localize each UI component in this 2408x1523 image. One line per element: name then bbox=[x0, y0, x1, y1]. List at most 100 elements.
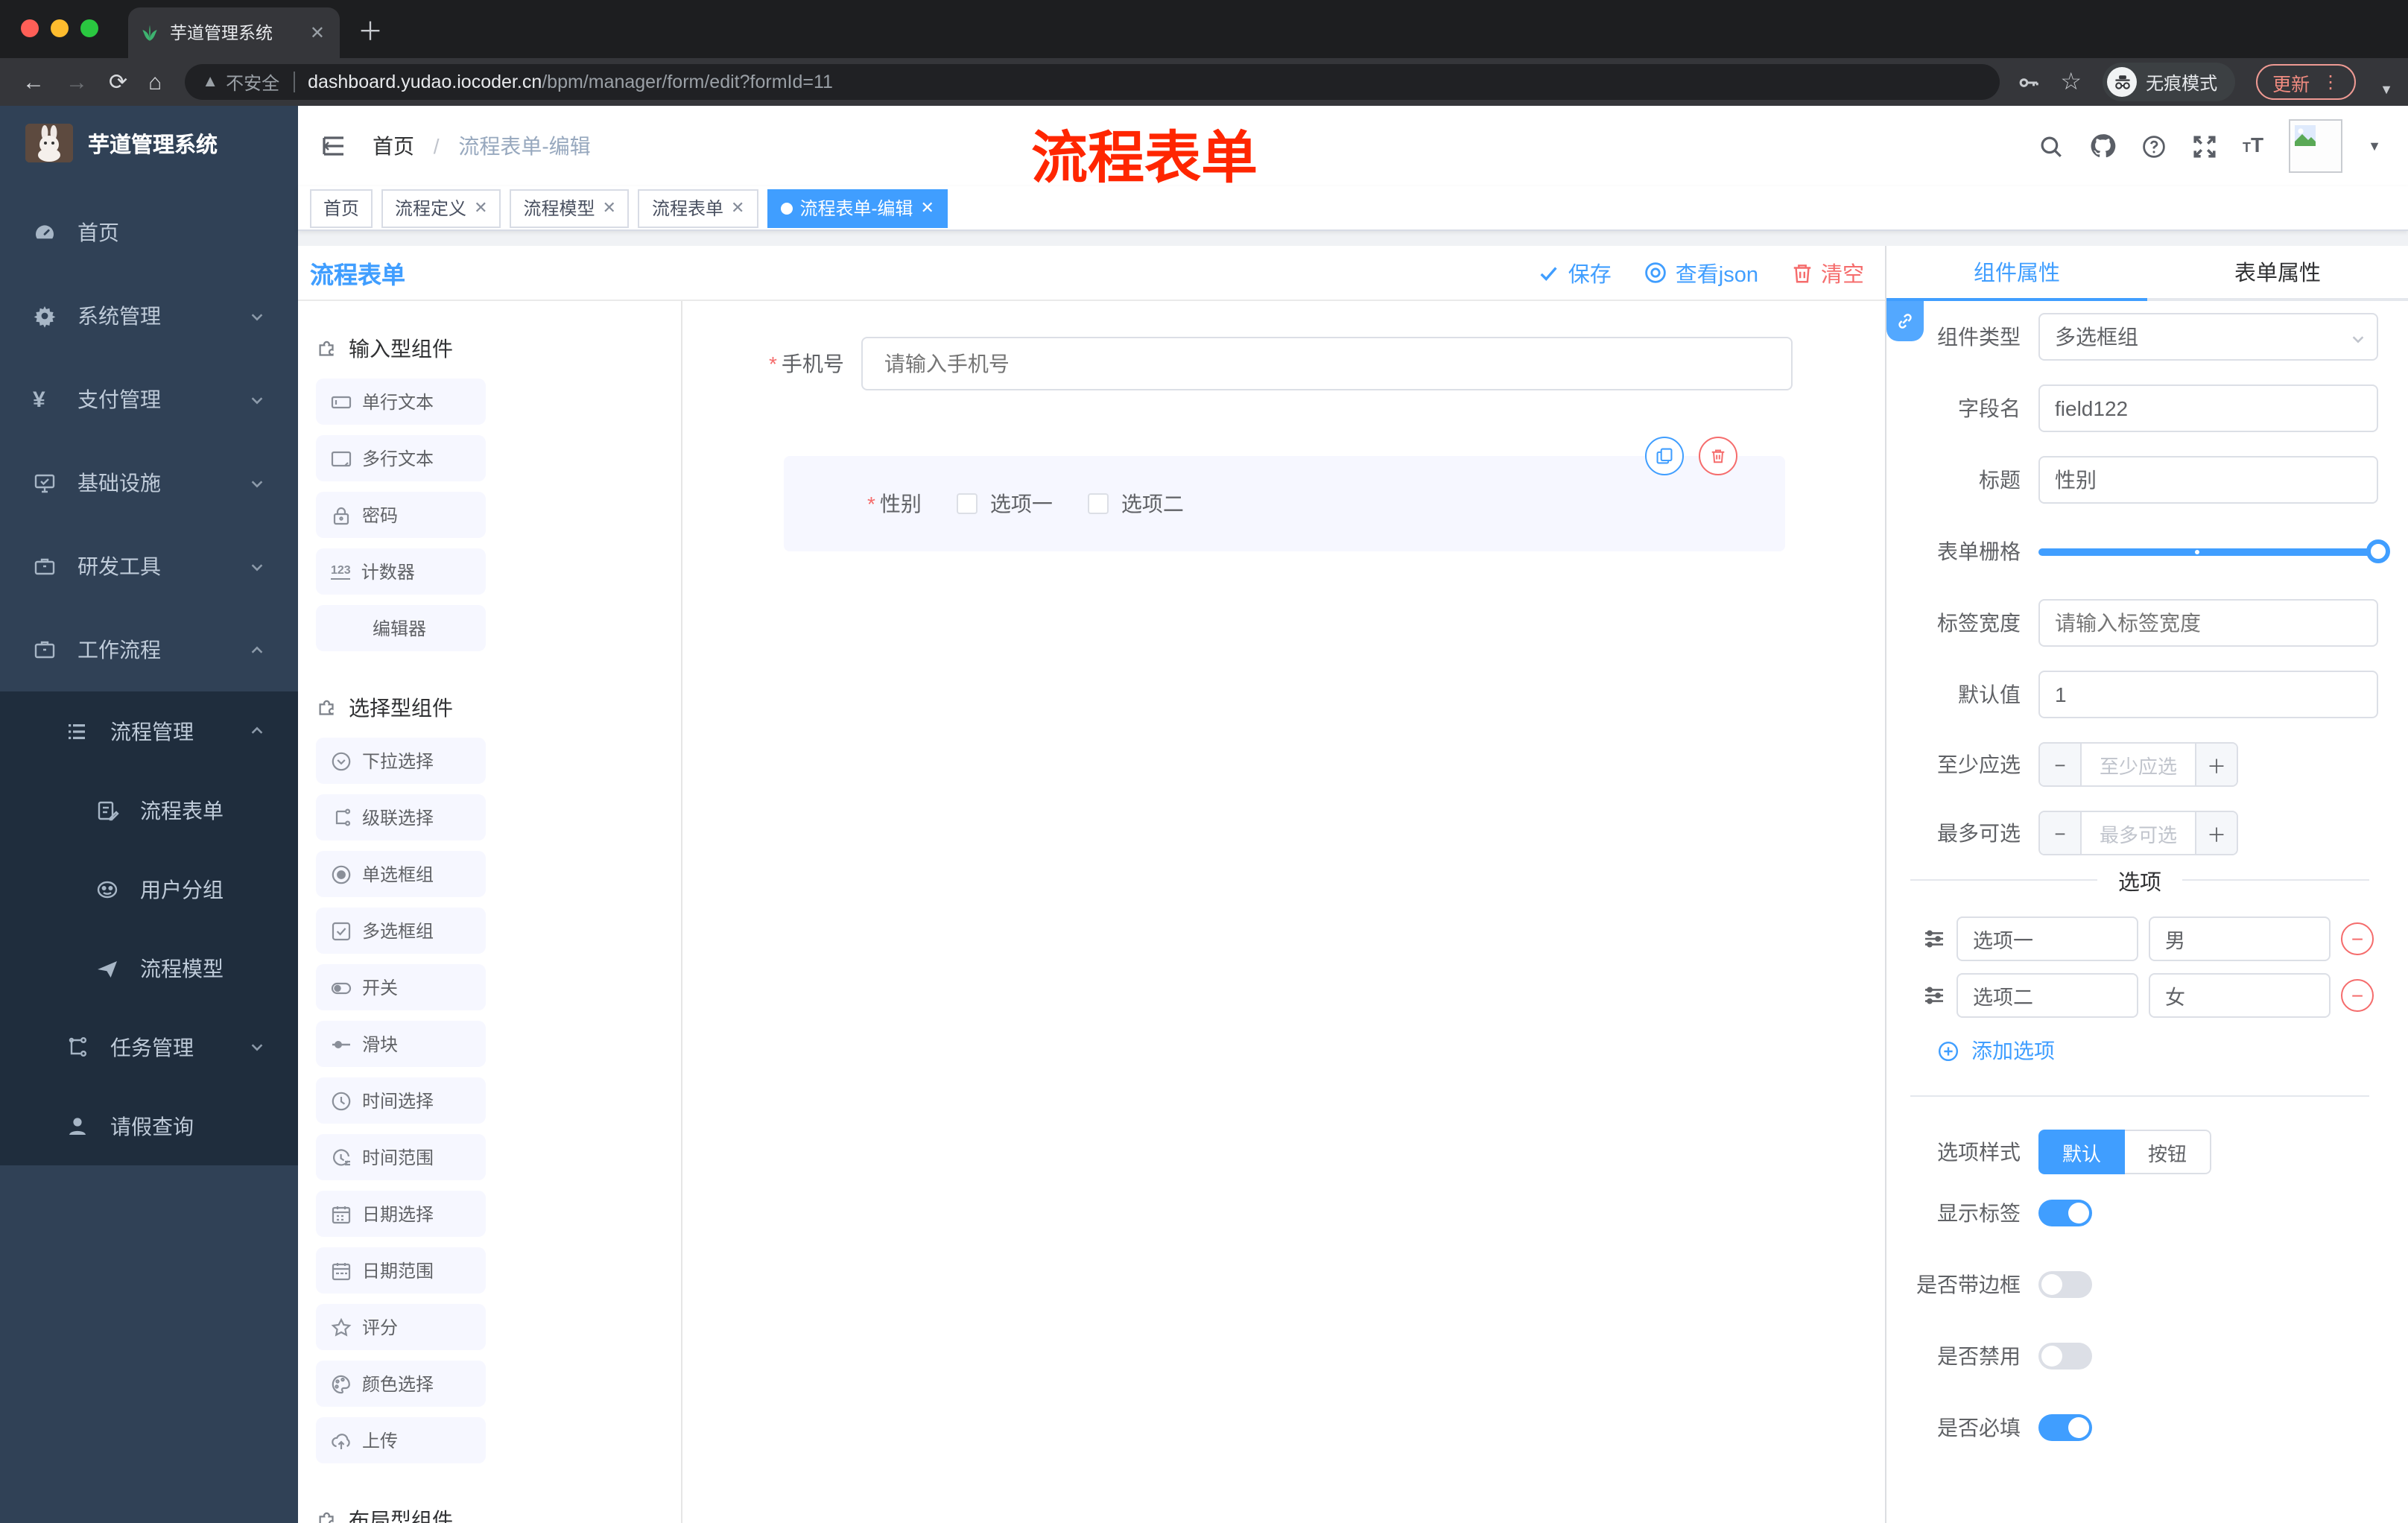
component-multi-line-text[interactable]: 多行文本 bbox=[316, 435, 486, 481]
back-icon[interactable]: ← bbox=[22, 71, 45, 93]
sidebar-item-leave-query[interactable]: 请假查询 bbox=[0, 1086, 298, 1165]
breadcrumb-home[interactable]: 首页 bbox=[373, 134, 414, 158]
browser-menu-icon[interactable]: ⋮ bbox=[2322, 72, 2339, 92]
tag-process-form-edit[interactable]: 流程表单-编辑 ✕ bbox=[767, 189, 948, 227]
avatar-caret-icon[interactable]: ▼ bbox=[2368, 139, 2381, 153]
option2-value-input[interactable] bbox=[2149, 973, 2331, 1018]
component-password[interactable]: 密码 bbox=[316, 492, 486, 538]
browser-tab[interactable]: 芋道管理系统 ✕ bbox=[128, 7, 340, 58]
view-json-button[interactable]: 查看json bbox=[1644, 257, 1758, 288]
component-upload[interactable]: 上传 bbox=[316, 1417, 486, 1463]
component-date-picker[interactable]: 日期选择 bbox=[316, 1191, 486, 1237]
selected-gender-field[interactable]: * 性别 选项一 选项二 bbox=[784, 437, 1785, 551]
tag-close-icon[interactable]: ✕ bbox=[731, 198, 744, 218]
decrement-button[interactable]: − bbox=[2040, 812, 2082, 854]
option2-label-input[interactable] bbox=[1956, 973, 2138, 1018]
gender-checkbox-option2[interactable]: 选项二 bbox=[1088, 489, 1184, 519]
component-single-line-text[interactable]: 单行文本 bbox=[316, 379, 486, 425]
tab-component-props[interactable]: 组件属性 bbox=[1886, 246, 2147, 301]
component-cascader[interactable]: 级联选择 bbox=[316, 794, 486, 840]
remove-option-button[interactable]: − bbox=[2341, 979, 2374, 1012]
remove-option-button[interactable]: − bbox=[2341, 922, 2374, 955]
component-counter[interactable]: 123 计数器 bbox=[316, 548, 486, 595]
drag-handle-icon[interactable] bbox=[1922, 984, 1946, 1007]
chrome-caret-icon[interactable]: ▼ bbox=[2380, 82, 2393, 97]
component-date-range[interactable]: 日期范围 bbox=[316, 1247, 486, 1294]
component-switch[interactable]: 开关 bbox=[316, 964, 486, 1010]
drag-handle-icon[interactable] bbox=[1922, 927, 1946, 951]
default-value-input[interactable] bbox=[2038, 671, 2378, 718]
update-button[interactable]: 更新 ⋮ bbox=[2256, 64, 2357, 100]
component-time-range[interactable]: 时间范围 bbox=[316, 1134, 486, 1180]
sidebar-item-infrastructure[interactable]: 基础设施 bbox=[0, 441, 298, 525]
max-select-input[interactable]: 最多可选 bbox=[2082, 812, 2195, 854]
option1-value-input[interactable] bbox=[2149, 916, 2331, 961]
component-time-picker[interactable]: 时间选择 bbox=[316, 1077, 486, 1124]
tag-close-icon[interactable]: ✕ bbox=[474, 198, 487, 218]
component-editor[interactable]: 编辑器 bbox=[316, 605, 486, 651]
gender-checkbox-option1[interactable]: 选项一 bbox=[957, 489, 1053, 519]
hamburger-icon[interactable] bbox=[320, 133, 347, 159]
slider-thumb[interactable] bbox=[2366, 539, 2390, 563]
bookmark-star-icon[interactable]: ☆ bbox=[2060, 67, 2082, 97]
github-icon[interactable] bbox=[2089, 133, 2116, 159]
sidebar-item-devtools[interactable]: 研发工具 bbox=[0, 525, 298, 608]
border-switch[interactable] bbox=[2038, 1271, 2092, 1298]
style-default-button[interactable]: 默认 bbox=[2038, 1130, 2125, 1174]
copy-field-button[interactable] bbox=[1645, 437, 1684, 475]
close-window-button[interactable] bbox=[21, 19, 39, 37]
tag-process-model[interactable]: 流程模型 ✕ bbox=[510, 189, 630, 227]
tag-close-icon[interactable]: ✕ bbox=[603, 198, 616, 218]
component-checkbox-group[interactable]: 多选框组 bbox=[316, 908, 486, 954]
avatar[interactable] bbox=[2289, 119, 2343, 173]
style-button-button[interactable]: 按钮 bbox=[2125, 1130, 2211, 1174]
sidebar-item-user-group[interactable]: 用户分组 bbox=[0, 849, 298, 928]
fullscreen-icon[interactable] bbox=[2192, 133, 2217, 159]
title-input[interactable] bbox=[2038, 456, 2378, 504]
tab-form-props[interactable]: 表单属性 bbox=[2147, 246, 2408, 301]
font-size-icon[interactable]: TT bbox=[2243, 133, 2263, 159]
window-controls[interactable] bbox=[21, 19, 98, 37]
search-icon[interactable] bbox=[2038, 133, 2064, 159]
clear-button[interactable]: 清空 bbox=[1791, 257, 1864, 288]
tag-home[interactable]: 首页 bbox=[310, 189, 373, 227]
phone-field-row[interactable]: * 手机号 bbox=[769, 337, 1793, 390]
forward-icon[interactable]: → bbox=[66, 71, 88, 93]
sidebar-item-system[interactable]: 系统管理 bbox=[0, 274, 298, 358]
component-rate[interactable]: 评分 bbox=[316, 1304, 486, 1350]
new-tab-button[interactable]: ＋ bbox=[358, 10, 383, 48]
tag-close-icon[interactable]: ✕ bbox=[920, 198, 934, 218]
save-button[interactable]: 保存 bbox=[1539, 257, 1612, 288]
increment-button[interactable]: ＋ bbox=[2195, 812, 2237, 854]
show-label-switch[interactable] bbox=[2038, 1200, 2092, 1226]
maximize-window-button[interactable] bbox=[80, 19, 98, 37]
minimize-window-button[interactable] bbox=[51, 19, 69, 37]
sidebar-item-home[interactable]: 首页 bbox=[0, 191, 298, 274]
sidebar-item-payment[interactable]: ¥ 支付管理 bbox=[0, 358, 298, 441]
sidebar-item-process-model[interactable]: 流程模型 bbox=[0, 928, 298, 1007]
disabled-switch[interactable] bbox=[2038, 1343, 2092, 1370]
field-name-input[interactable] bbox=[2038, 384, 2378, 432]
decrement-button[interactable]: − bbox=[2040, 744, 2082, 785]
option1-label-input[interactable] bbox=[1956, 916, 2138, 961]
component-type-select[interactable] bbox=[2038, 313, 2378, 361]
delete-field-button[interactable] bbox=[1699, 437, 1737, 475]
label-width-input[interactable] bbox=[2038, 599, 2378, 647]
component-color-picker[interactable]: 颜色选择 bbox=[316, 1361, 486, 1407]
link-icon[interactable] bbox=[1886, 301, 1924, 341]
tag-process-form[interactable]: 流程表单 ✕ bbox=[638, 189, 758, 227]
required-switch[interactable] bbox=[2038, 1414, 2092, 1441]
address-bar[interactable]: ▲ 不安全 dashboard.yudao.iocoder.cn/bpm/man… bbox=[184, 64, 2000, 100]
help-icon[interactable] bbox=[2141, 133, 2167, 159]
phone-field-input[interactable] bbox=[861, 337, 1793, 390]
sidebar-item-process-mgmt[interactable]: 流程管理 bbox=[0, 691, 298, 770]
component-slider[interactable]: 滑块 bbox=[316, 1021, 486, 1067]
tab-close-icon[interactable]: ✕ bbox=[307, 22, 328, 43]
increment-button[interactable]: ＋ bbox=[2195, 744, 2237, 785]
form-grid-slider[interactable] bbox=[2038, 528, 2390, 575]
add-option-button[interactable]: 添加选项 bbox=[1937, 1036, 2408, 1066]
home-icon[interactable]: ⌂ bbox=[148, 71, 162, 93]
sidebar-item-task-mgmt[interactable]: 任务管理 bbox=[0, 1007, 298, 1086]
min-select-input[interactable]: 至少应选 bbox=[2082, 744, 2195, 785]
password-key-icon[interactable] bbox=[2017, 71, 2039, 93]
